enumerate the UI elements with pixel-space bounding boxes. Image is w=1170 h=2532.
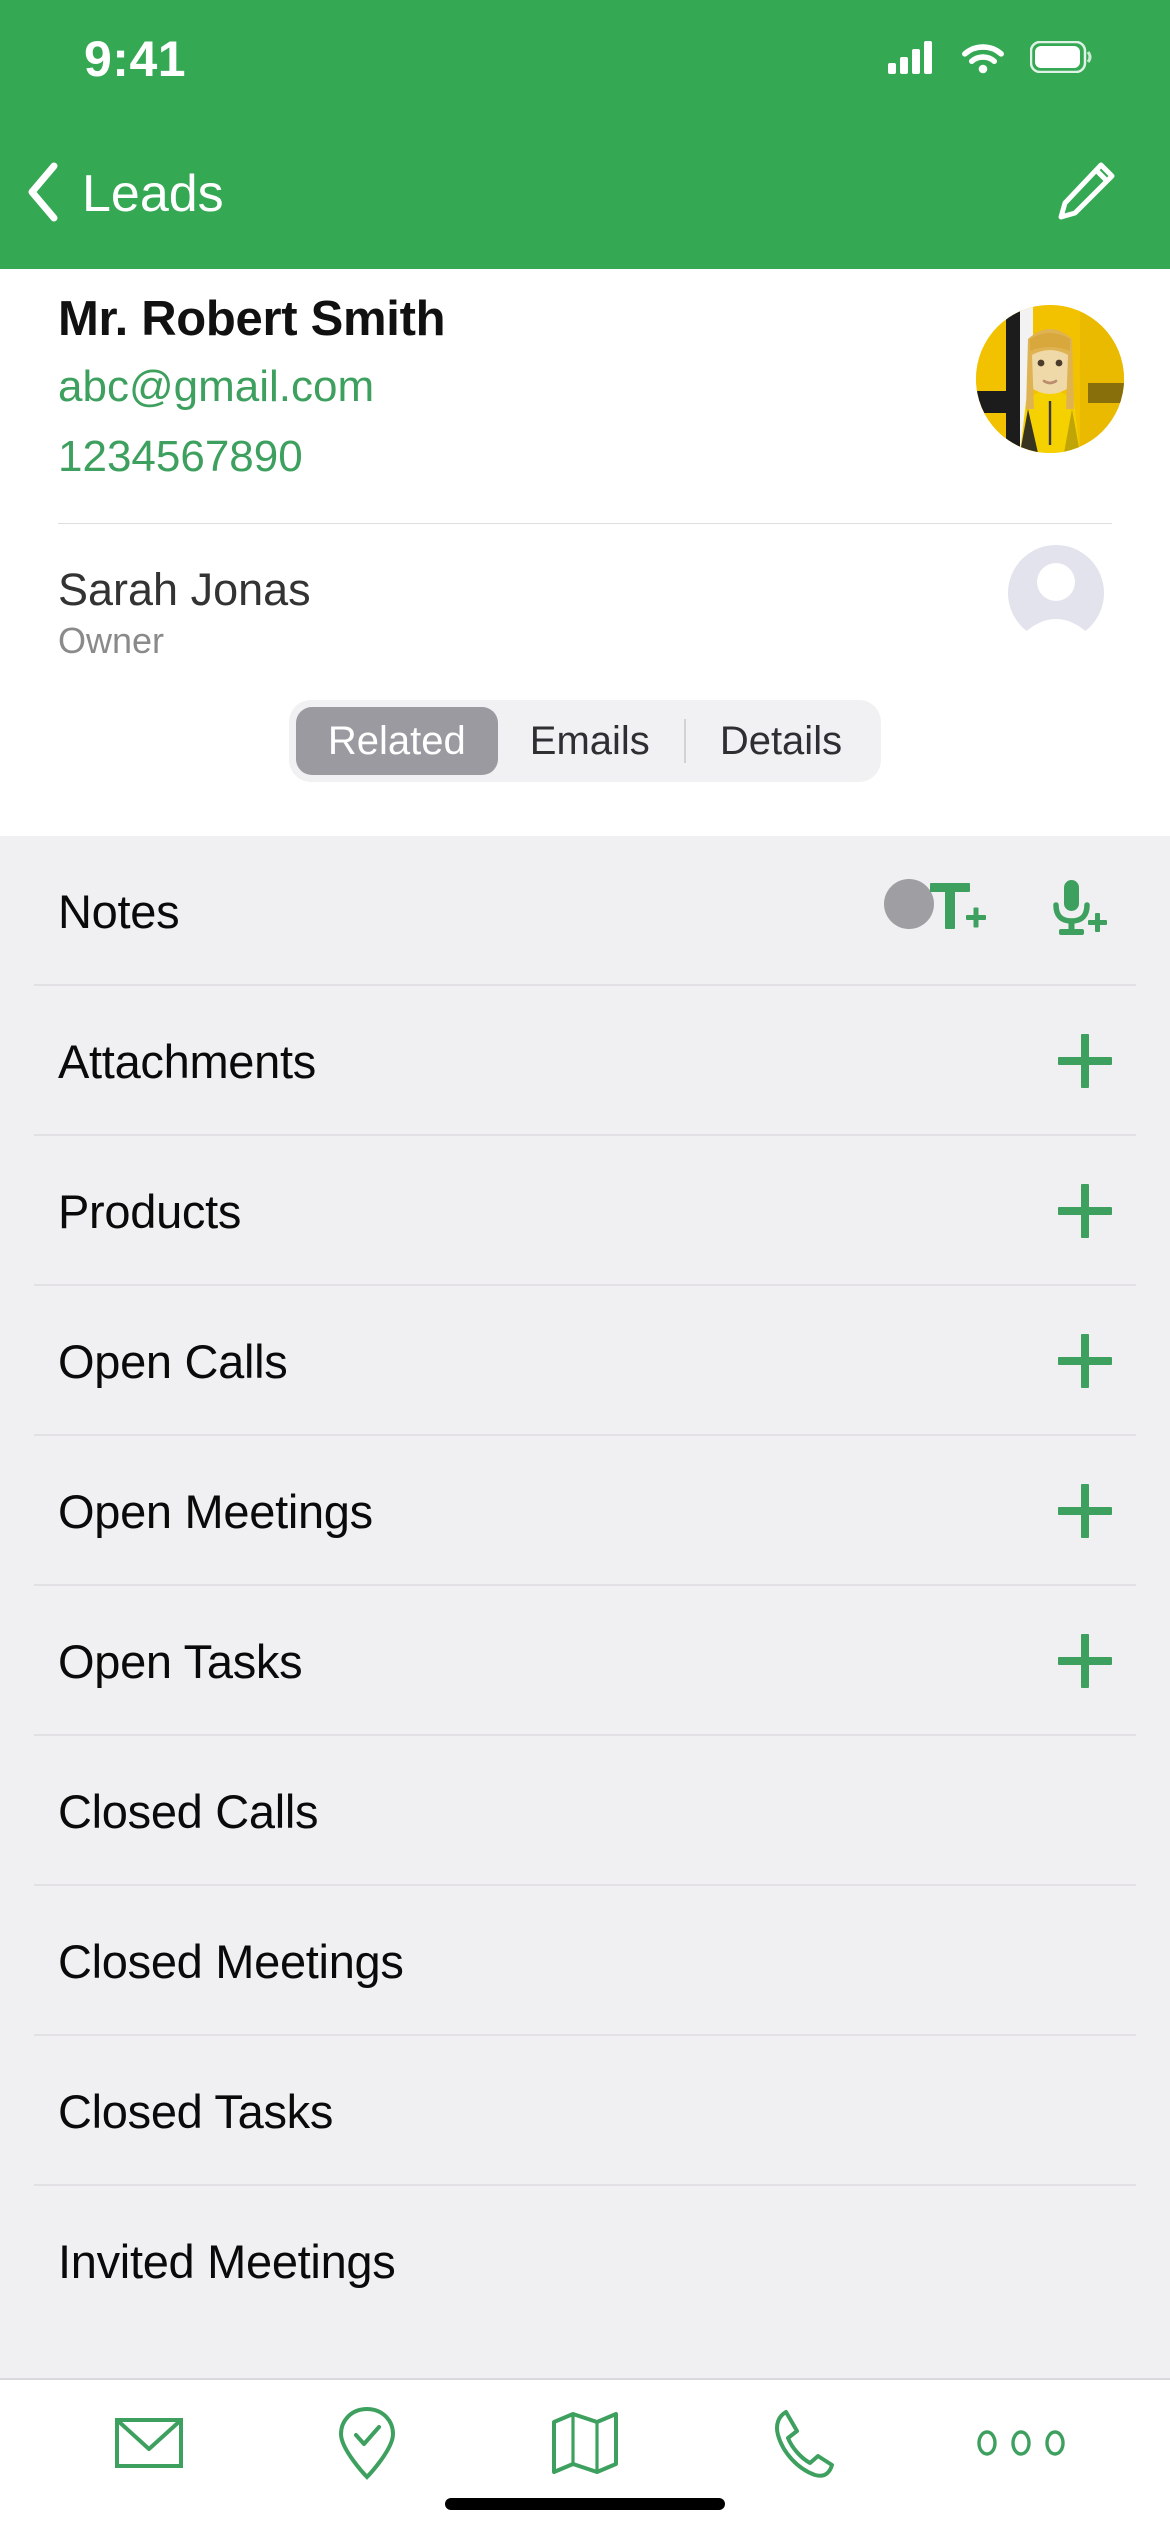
notes-actions xyxy=(884,875,1112,947)
plus-icon[interactable] xyxy=(1058,1634,1112,1688)
list-item-invited-meetings[interactable]: Invited Meetings xyxy=(0,2186,1170,2336)
owner-row[interactable]: Sarah Jonas Owner xyxy=(0,524,1170,676)
list-item-label: Open Meetings xyxy=(58,1484,373,1538)
plus-icon[interactable] xyxy=(1058,1184,1112,1238)
battery-icon xyxy=(1029,40,1092,78)
list-item-label: Products xyxy=(58,1184,242,1238)
status-bar: 9:41 xyxy=(0,0,1170,110)
list-item-closed-meetings[interactable]: Closed Meetings xyxy=(0,1886,1170,2036)
status-bar-clock: 9:41 xyxy=(84,31,187,87)
person-placeholder-avatar[interactable] xyxy=(1004,541,1108,645)
tab-details[interactable]: Details xyxy=(688,707,874,775)
tab-bar-email-button[interactable] xyxy=(89,2390,209,2500)
list-item-label: Open Tasks xyxy=(58,1634,303,1688)
list-item-label: Invited Meetings xyxy=(58,2234,396,2288)
app-header: 9:41 Leads xyxy=(0,0,1170,269)
contact-email[interactable]: abc@gmail.com xyxy=(58,362,1112,413)
list-item-closed-calls[interactable]: Closed Calls xyxy=(0,1736,1170,1886)
contact-card: Mr. Robert Smith abc@gmail.com 123456789… xyxy=(0,269,1170,523)
add-voice-note-icon[interactable] xyxy=(1040,875,1112,947)
list-item-label: Closed Tasks xyxy=(58,2084,334,2138)
plus-icon[interactable] xyxy=(1058,1334,1112,1388)
phone-icon xyxy=(772,2407,834,2484)
tab-bar-checkin-button[interactable] xyxy=(307,2390,427,2500)
tab-related[interactable]: Related xyxy=(295,707,498,775)
list-item-open-tasks[interactable]: Open Tasks xyxy=(0,1586,1170,1736)
contact-name: Mr. Robert Smith xyxy=(58,292,446,346)
contact-phone[interactable]: 1234567890 xyxy=(58,432,1112,483)
navigation-bar: Leads xyxy=(0,119,1170,269)
tab-segmented-control: Related Emails Details xyxy=(288,700,882,782)
tab-bar-map-button[interactable] xyxy=(525,2390,645,2500)
pencil-edit-icon xyxy=(1052,162,1118,229)
back-button[interactable]: Leads xyxy=(22,160,224,229)
add-text-note-icon[interactable] xyxy=(884,875,992,947)
tab-segmented-control-wrapper: Related Emails Details xyxy=(0,700,1170,836)
related-list[interactable]: Notes Attachments Products Open Calls Op… xyxy=(0,836,1170,2428)
list-item-notes[interactable]: Notes xyxy=(0,836,1170,986)
plus-icon[interactable] xyxy=(1058,1034,1112,1088)
list-item-label: Attachments xyxy=(58,1034,316,1088)
phone-screen: 9:41 Leads Mr. Robert Smith abc@gmail.co… xyxy=(0,0,1170,2532)
tab-bar-call-button[interactable] xyxy=(743,2390,863,2500)
list-item-open-meetings[interactable]: Open Meetings xyxy=(0,1436,1170,1586)
envelope-icon xyxy=(114,2415,184,2476)
tab-emails[interactable]: Emails xyxy=(498,707,682,775)
list-item-label: Closed Meetings xyxy=(58,1934,404,1988)
list-item-products[interactable]: Products xyxy=(0,1136,1170,1286)
list-item-attachments[interactable]: Attachments xyxy=(0,986,1170,1136)
tab-divider xyxy=(683,719,686,763)
tab-bar-more-button[interactable] xyxy=(961,2390,1081,2500)
chevron-left-icon xyxy=(22,160,66,229)
check-in-pin-icon xyxy=(337,2406,397,2485)
wifi-icon xyxy=(960,40,1006,79)
contact-photo-avatar[interactable] xyxy=(976,305,1124,453)
list-item-label: Open Calls xyxy=(58,1334,288,1388)
list-item-label: Closed Calls xyxy=(58,1784,319,1838)
map-icon xyxy=(550,2410,620,2481)
status-bar-icons xyxy=(888,40,1092,79)
home-indicator[interactable] xyxy=(445,2498,725,2510)
cellular-signal-icon xyxy=(888,40,936,79)
owner-name: Sarah Jonas xyxy=(58,564,311,615)
list-item-closed-tasks[interactable]: Closed Tasks xyxy=(0,2036,1170,2186)
edit-button[interactable] xyxy=(1052,159,1118,230)
list-item-open-calls[interactable]: Open Calls xyxy=(0,1286,1170,1436)
owner-role: Owner xyxy=(58,620,165,662)
list-item-label: Notes xyxy=(58,884,180,938)
plus-icon[interactable] xyxy=(1058,1484,1112,1538)
nav-title: Leads xyxy=(82,165,224,223)
more-dots-icon xyxy=(975,2428,1067,2463)
